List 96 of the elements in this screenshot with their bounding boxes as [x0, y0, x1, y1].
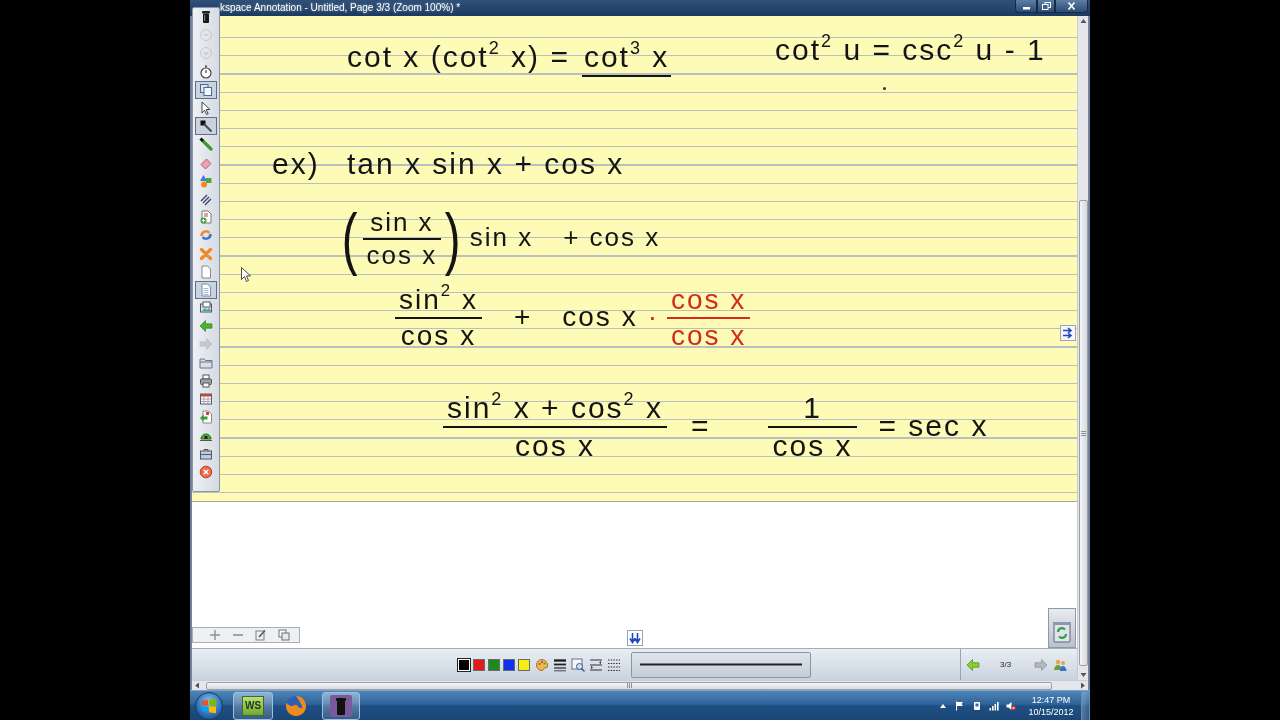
handwritten-text: cot$^{2}$ u = csc$^{2}$ u - 1	[774, 32, 1047, 68]
handwritten-numerator: 1	[768, 390, 857, 428]
scroll-thumb[interactable]	[206, 681, 1052, 690]
handwritten-text: tan x sin x + cos x	[346, 146, 626, 182]
line-icon	[640, 663, 802, 666]
handwritten-numerator: cos x	[666, 283, 751, 319]
stopwatch-icon	[199, 64, 213, 79]
pen-icon	[199, 119, 213, 134]
left-arrow-icon	[199, 319, 213, 334]
color-swatch-icon[interactable]	[473, 658, 485, 671]
scroll-right-icon[interactable]	[1080, 682, 1086, 689]
signal-icon[interactable]	[989, 700, 999, 711]
handwritten-text: ·	[646, 299, 660, 334]
handwritten-text: + cos x	[562, 222, 662, 255]
canister-icon	[330, 694, 352, 717]
restore-button[interactable]	[1037, 0, 1055, 13]
printer-icon	[199, 373, 213, 388]
color-swatch-icon[interactable]	[518, 658, 530, 671]
taskbar-button[interactable]	[322, 691, 360, 720]
canister-icon	[199, 10, 213, 25]
x-icon	[199, 246, 213, 261]
app-logo: WS	[242, 695, 264, 716]
scroll-up-icon[interactable]	[1079, 18, 1087, 24]
restore-icon	[1041, 2, 1051, 10]
double-arrow-icon	[1062, 327, 1074, 339]
page-counter: 3/3	[1000, 659, 1012, 670]
show-desktop-button[interactable]	[1081, 690, 1090, 720]
handwritten-numerator: sin$^{2}$ x	[395, 283, 482, 319]
copy-icon	[199, 82, 213, 97]
taskbar-button[interactable]: WS	[233, 691, 273, 720]
cursor-icon	[241, 267, 251, 282]
close-icon	[1067, 2, 1076, 10]
line-spacing-icon[interactable]	[589, 657, 603, 672]
right-arrow-icon	[199, 337, 213, 352]
handwritten-numerator: sin x	[362, 206, 442, 240]
recycle-button[interactable]	[1048, 608, 1076, 648]
magnifier-icon[interactable]	[571, 657, 585, 672]
shapes-icon	[199, 173, 213, 188]
color-swatch-icon[interactable]	[503, 658, 515, 671]
handwritten-text: +	[512, 299, 534, 334]
muted-speaker-icon[interactable]	[1006, 700, 1016, 711]
dot-icon	[883, 87, 886, 90]
grip-icon	[626, 683, 632, 688]
handwritten-text: cos x	[561, 299, 639, 334]
edit-icon	[255, 629, 267, 641]
page-icon	[199, 264, 213, 279]
double-down-arrow-icon	[628, 632, 641, 644]
toolbox-icon	[199, 446, 213, 461]
handwritten-text: cot$^{3}$ x	[581, 39, 672, 77]
grip-icon	[1080, 430, 1086, 436]
window-title: kspace Annotation - Untitled, Page 3/3 (Zoom 100%) *	[220, 1, 461, 14]
plus-icon	[209, 629, 221, 641]
handwritten-denominator: cos x	[669, 318, 748, 353]
circle-icon	[199, 46, 213, 61]
clock-time: 12:47 PM	[1031, 693, 1071, 706]
handwritten-text: cot x (cot$^{2}$ x) =	[346, 39, 571, 75]
handwritten-text: sin x	[468, 222, 535, 255]
handwritten-denominator: cos x	[771, 428, 854, 464]
people-icon[interactable]	[1053, 657, 1068, 672]
color-swatch-icon[interactable]	[488, 658, 500, 671]
minimize-button[interactable]	[1015, 0, 1037, 13]
handwritten-denominator: cos x	[399, 318, 478, 353]
handwritten-denominator: cos x	[513, 428, 596, 464]
clock-date: 10/15/2012	[1028, 705, 1074, 718]
marker-icon	[199, 137, 213, 152]
rotate-icon	[199, 228, 213, 243]
circle-icon	[199, 28, 213, 43]
handwritten-denominator: cos x	[365, 239, 439, 271]
close-button[interactable]	[1055, 0, 1088, 13]
side-panel-button[interactable]	[1060, 325, 1076, 341]
screen-icon	[199, 301, 213, 316]
add-page-icon	[199, 210, 213, 225]
tool-button[interactable]	[195, 117, 217, 136]
cursor-icon	[199, 101, 213, 116]
handwritten-text: =	[689, 408, 712, 444]
scroll-thumb[interactable]	[1078, 200, 1088, 666]
handwritten-text: = sec x	[877, 408, 990, 444]
handwritten-text: ex)	[271, 146, 321, 182]
collapse-button[interactable]	[626, 630, 643, 646]
device-icon[interactable]	[972, 700, 982, 711]
line-style-button[interactable]	[631, 651, 811, 678]
scroll-left-icon[interactable]	[194, 682, 200, 689]
start-button[interactable]	[195, 691, 223, 720]
x-circle-icon	[199, 464, 213, 479]
scroll-down-icon[interactable]	[1079, 672, 1087, 678]
calendar-icon	[199, 392, 213, 407]
folder-icon	[199, 355, 213, 370]
handwritten-numerator: sin$^{2}$ x + cos$^{2}$ x	[443, 390, 667, 428]
document-icon	[199, 282, 213, 297]
dotted-lines-icon[interactable]	[607, 657, 621, 672]
recycle-bin-icon	[1053, 621, 1071, 643]
page-arrow-icon	[199, 410, 213, 425]
flag-icon[interactable]	[955, 700, 965, 711]
line-weight-icon[interactable]	[553, 657, 567, 672]
globe-icon	[285, 694, 307, 717]
window-logo-icon	[201, 697, 217, 714]
